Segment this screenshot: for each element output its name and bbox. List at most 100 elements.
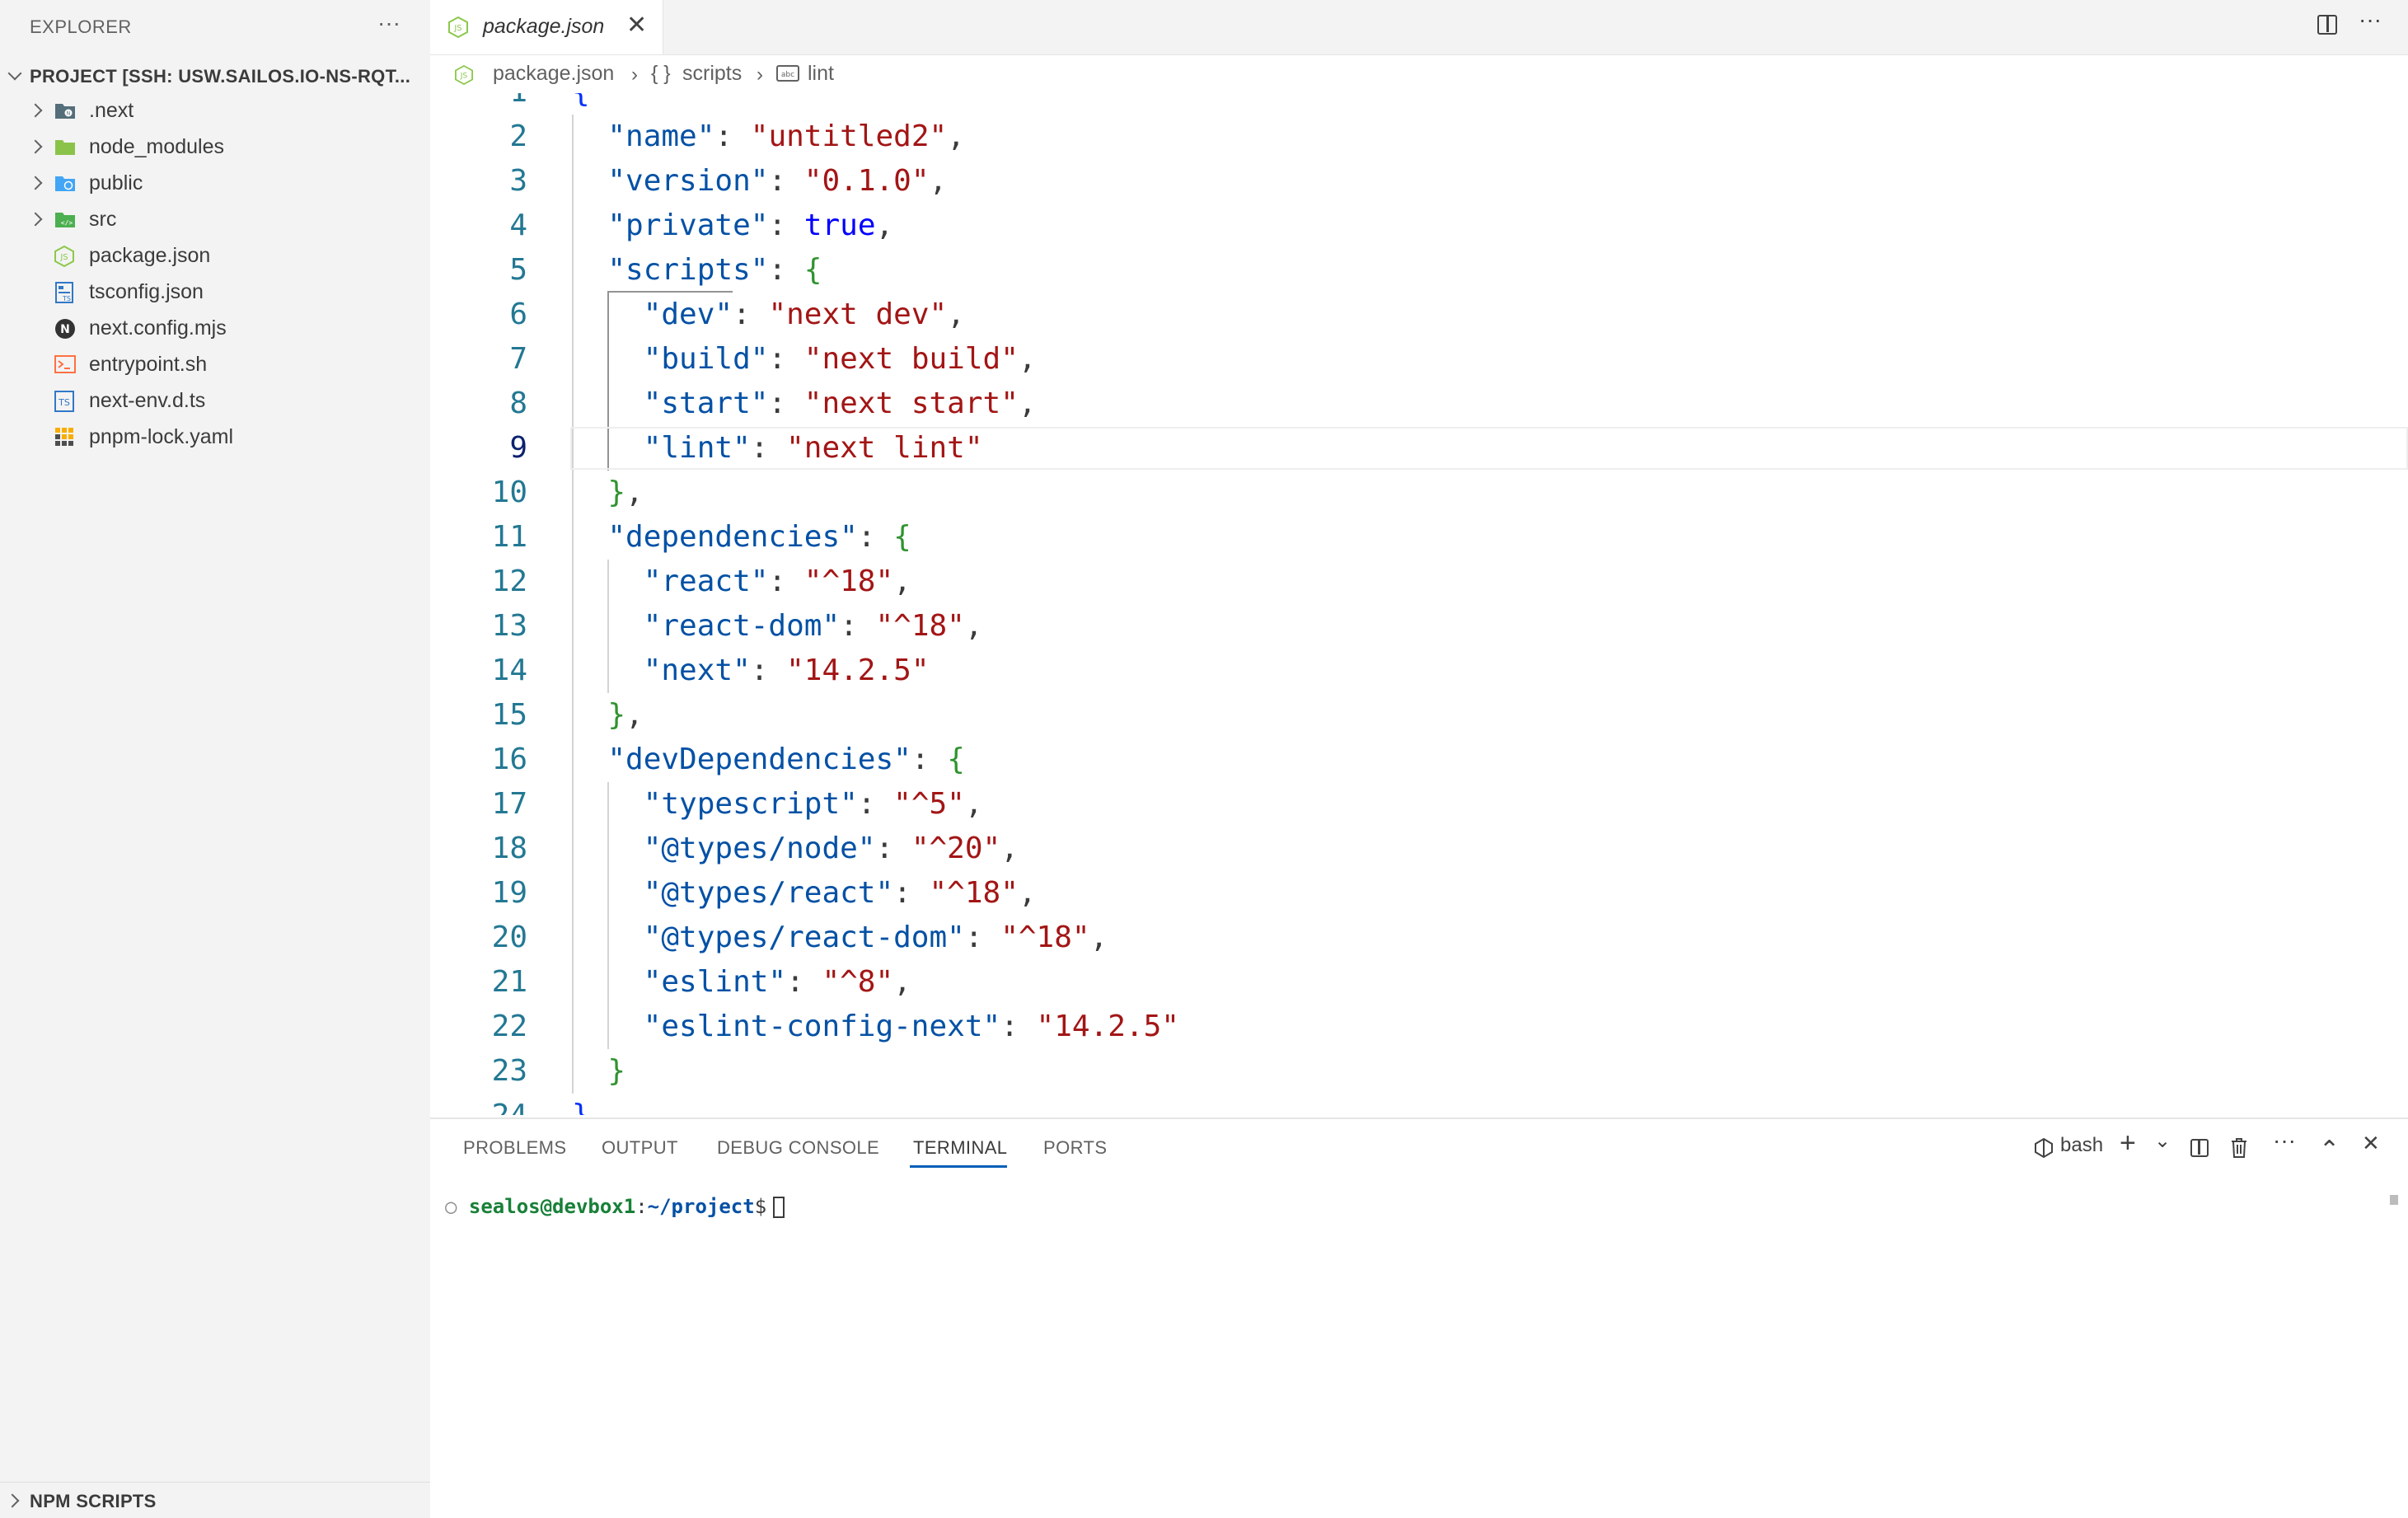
- tree-item-label: entrypoint.sh: [89, 353, 208, 376]
- editor-more-icon[interactable]: ···: [2359, 7, 2382, 33]
- code-text: "eslint": "^8",: [572, 960, 911, 1005]
- code-token: ,: [964, 787, 983, 821]
- terminal-path: ~/project: [647, 1195, 755, 1218]
- tree-folder-item[interactable]: </> src: [0, 201, 430, 237]
- code-line[interactable]: 20 "@types/react-dom": "^18",: [430, 916, 2408, 960]
- next-folder-icon: N: [54, 101, 76, 120]
- tree-file-item[interactable]: TS tsconfig.json: [0, 274, 430, 310]
- code-line[interactable]: 19 "@types/react": "^18",: [430, 871, 2408, 916]
- code-token: "@types/react": [643, 876, 894, 910]
- code-token: :: [768, 565, 804, 598]
- code-line[interactable]: 9 "lint": "next lint": [430, 426, 2408, 471]
- code-line[interactable]: 13 "react-dom": "^18",: [430, 604, 2408, 649]
- tab-package-json[interactable]: JS package.json ✕: [430, 0, 663, 54]
- npm-scripts-section[interactable]: NPM SCRIPTS: [0, 1482, 430, 1518]
- panel-tab-debug-console[interactable]: DEBUG CONSOLE: [717, 1137, 879, 1159]
- code-text: "eslint-config-next": "14.2.5": [572, 1005, 1179, 1049]
- code-line[interactable]: 6 "dev": "next dev",: [430, 293, 2408, 337]
- code-text: },: [572, 471, 643, 515]
- chevron-down-icon: [7, 68, 23, 84]
- panel-more-icon[interactable]: ···: [2273, 1127, 2296, 1154]
- breadcrumb-lint[interactable]: lint: [808, 62, 834, 86]
- code-line[interactable]: 17 "typescript": "^5",: [430, 782, 2408, 827]
- breadcrumb-file[interactable]: package.json: [493, 62, 614, 86]
- code-line[interactable]: 16 "devDependencies": {: [430, 738, 2408, 782]
- panel-tab-terminal[interactable]: TERMINAL: [913, 1137, 1007, 1159]
- tree-folder-item[interactable]: N .next: [0, 92, 430, 129]
- code-line[interactable]: 10 },: [430, 471, 2408, 515]
- code-token: "next": [643, 654, 751, 687]
- code-editor[interactable]: 1{2 "name": "untitled2",3 "version": "0.…: [430, 93, 2408, 1115]
- maximize-panel-icon[interactable]: ⌃: [2319, 1136, 2340, 1164]
- code-token: :: [768, 342, 804, 376]
- code-line[interactable]: 15 },: [430, 693, 2408, 738]
- panel-tab-ports[interactable]: PORTS: [1043, 1137, 1107, 1159]
- line-number: 3: [509, 164, 527, 198]
- tree-file-item[interactable]: pnpm-lock.yaml: [0, 419, 430, 455]
- chevron-down-icon[interactable]: ⌄: [2154, 1129, 2171, 1153]
- code-line[interactable]: 1{: [430, 93, 2408, 115]
- split-editor-icon[interactable]: [2317, 15, 2337, 35]
- code-token: :: [964, 921, 1001, 954]
- code-token: "14.2.5": [786, 654, 930, 687]
- tree-file-item[interactable]: JS package.json: [0, 237, 430, 274]
- code-line[interactable]: 4 "private": true,: [430, 204, 2408, 248]
- code-text: "start": "next start",: [572, 382, 1037, 426]
- split-terminal-icon[interactable]: [2190, 1139, 2209, 1157]
- code-text: "@types/react": "^18",: [572, 871, 1037, 916]
- code-line[interactable]: 8 "start": "next start",: [430, 382, 2408, 426]
- code-line[interactable]: 24}: [430, 1094, 2408, 1115]
- add-terminal-icon[interactable]: +: [2120, 1127, 2136, 1160]
- close-panel-icon[interactable]: ✕: [2362, 1131, 2380, 1156]
- code-line[interactable]: 3 "version": "0.1.0",: [430, 159, 2408, 204]
- terminal-scrollbar[interactable]: [2390, 1195, 2398, 1205]
- code-line[interactable]: 7 "build": "next build",: [430, 337, 2408, 382]
- code-token: "next dev": [768, 298, 948, 331]
- code-token: "@types/react-dom": [643, 921, 965, 954]
- breadcrumb-separator-icon: ›: [631, 63, 638, 86]
- code-token: "name": [607, 119, 715, 153]
- code-token: "14.2.5": [1036, 1010, 1179, 1043]
- vscode-window: EXPLORER ··· PROJECT [SSH: USW.SAILOS.IO…: [0, 0, 2408, 1518]
- tree-folder-item[interactable]: node_modules: [0, 129, 430, 165]
- code-text: "@types/react-dom": "^18",: [572, 916, 1108, 960]
- terminal-prompt-line[interactable]: ○ sealos@devbox1:~/project$: [445, 1195, 785, 1218]
- code-line[interactable]: 2 "name": "untitled2",: [430, 115, 2408, 159]
- shell-label[interactable]: bash: [2060, 1134, 2103, 1157]
- project-section-header[interactable]: PROJECT [SSH: USW.SAILOS.IO-NS-RQT...: [0, 59, 430, 92]
- tree-file-item[interactable]: TS next-env.d.ts: [0, 382, 430, 419]
- tree-folder-item[interactable]: public: [0, 165, 430, 201]
- code-token: :: [733, 298, 769, 331]
- code-token: "^18": [1000, 921, 1090, 954]
- line-number: 5: [509, 253, 527, 287]
- explorer-more-icon[interactable]: ···: [377, 12, 401, 35]
- tree-file-item[interactable]: entrypoint.sh: [0, 346, 430, 382]
- code-line[interactable]: 14 "next": "14.2.5": [430, 649, 2408, 693]
- code-line[interactable]: 5 "scripts": {: [430, 248, 2408, 293]
- code-token: "dependencies": [607, 520, 858, 554]
- code-text: "name": "untitled2",: [572, 115, 965, 159]
- close-icon[interactable]: ✕: [626, 13, 647, 38]
- code-line[interactable]: 12 "react": "^18",: [430, 560, 2408, 604]
- svg-text:JS: JS: [59, 253, 68, 262]
- panel-tab-problems[interactable]: PROBLEMS: [463, 1137, 566, 1159]
- breadcrumb-scripts[interactable]: scripts: [682, 62, 742, 86]
- code-line[interactable]: 23 }: [430, 1049, 2408, 1094]
- code-line[interactable]: 18 "@types/node": "^20",: [430, 827, 2408, 871]
- code-line[interactable]: 22 "eslint-config-next": "14.2.5": [430, 1005, 2408, 1049]
- code-token: "lint": [643, 431, 751, 465]
- panel-tab-output[interactable]: OUTPUT: [602, 1137, 678, 1159]
- tree-file-item[interactable]: Nnext.config.mjs: [0, 310, 430, 346]
- code-line[interactable]: 11 "dependencies": {: [430, 515, 2408, 560]
- line-number: 24: [430, 1094, 527, 1115]
- line-number: 14: [491, 654, 527, 687]
- trash-icon[interactable]: [2230, 1137, 2248, 1159]
- code-text: "version": "0.1.0",: [572, 159, 947, 204]
- code-line[interactable]: 21 "eslint": "^8",: [430, 960, 2408, 1005]
- code-token: "build": [643, 342, 769, 376]
- src-folder-icon: </>: [54, 209, 76, 229]
